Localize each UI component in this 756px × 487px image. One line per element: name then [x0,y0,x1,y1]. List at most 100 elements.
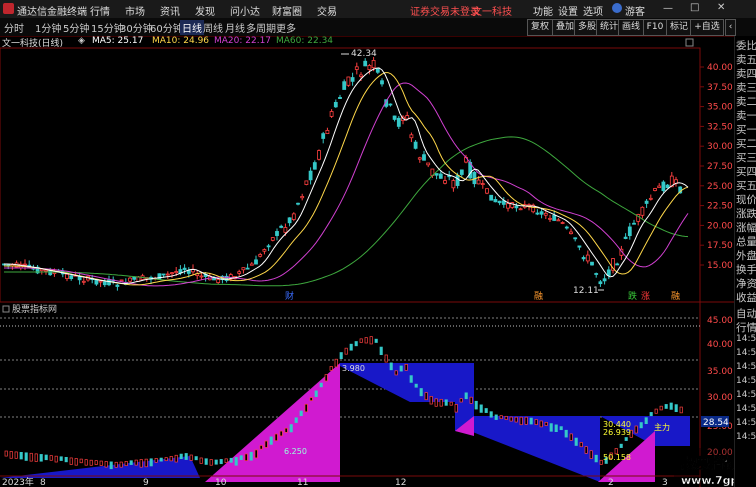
indicator-candle [659,405,663,411]
indicator-candle [79,458,83,464]
candle-body [342,81,347,90]
menu-shichang[interactable]: 市场 [125,3,145,18]
period-1min[interactable]: 1分钟 [35,20,61,35]
indicator-candle [44,454,48,461]
indicator-axis-label: 45.00 [707,316,733,326]
period-30min[interactable]: 30分钟 [120,20,153,35]
candle-body [443,180,447,184]
indicator-candle [249,451,253,461]
menu-jiaoyi[interactable]: 交易 [317,3,337,18]
event-tag-zhang[interactable]: 涨 [641,291,650,302]
period-15min[interactable]: 15分钟 [91,20,124,35]
period-5min[interactable]: 5分钟 [63,20,89,35]
event-tag-die[interactable]: 跌 [628,291,637,302]
f10-button[interactable]: F10 [643,19,667,36]
period-weekly[interactable]: 周线 [203,20,223,35]
period-more[interactable]: 更多 [276,20,296,35]
candle-body [287,217,292,224]
candle-body [606,269,611,277]
menu-hangqing[interactable]: 行情 [90,3,110,18]
indicator-candle [464,392,468,400]
add-watchlist-button[interactable]: +自选 [690,19,724,36]
indicator-candle [169,456,173,462]
quote-auto[interactable]: 自动 [736,306,756,321]
indicator-candle [569,433,573,441]
close-icon[interactable]: ✕ [717,2,725,13]
ma20-label: MA20: 22.17 [214,36,272,46]
menu-youke[interactable]: 游客 [625,3,645,18]
minimize-icon[interactable]: — [663,3,673,14]
candle-body [107,279,111,286]
menu-caifuquan[interactable]: 财富圈 [272,3,302,18]
candle-body [438,173,443,179]
candle-body [81,280,86,283]
candle-body [241,267,246,271]
quote-hangqing[interactable]: 行情 [736,320,756,335]
indicator-candle [484,408,488,413]
candle-body [552,214,557,221]
candle-body [312,162,317,170]
period-fenshi[interactable]: 分时 [4,20,24,35]
indicator-candle [264,440,268,448]
candle-body [396,117,401,127]
user-icon[interactable] [612,3,622,13]
event-tag-cai[interactable]: 财 [285,290,294,302]
indicator-candle [314,390,318,397]
event-tag-rong[interactable]: 融 [534,291,543,302]
candle-body [653,188,657,191]
fold-icon[interactable]: ‹ [725,19,736,36]
huaxian-button[interactable]: 画线 [618,19,644,36]
login-notice[interactable]: 证券交易未登录 [410,3,480,18]
period-monthly[interactable]: 月线 [225,20,245,35]
price-label: 40.00 [707,63,733,73]
indicator-candle [649,412,653,417]
indicator-candle [319,382,323,388]
indicator-candle [119,461,123,468]
ma-arrow-icon: ◈ [78,36,85,46]
indicator-candle [369,336,373,345]
indicator-candle [164,457,168,462]
indicator-candle [199,457,203,464]
candle-body [279,225,284,228]
indicator-candle [89,459,93,466]
indicator-candle [384,354,388,363]
indicator-candle [149,458,153,467]
indicator-candle [159,457,163,462]
indicator-candle [474,400,478,410]
menu-faxian[interactable]: 发现 [195,3,215,18]
maximize-icon[interactable]: □ [690,2,699,13]
biaoji-button[interactable]: 标记 [666,19,692,36]
fuquan-button[interactable]: 复权 [527,19,553,36]
indicator-candle [124,461,128,467]
stock-tab[interactable]: 文一科技 [472,3,512,18]
indicator-candle [139,459,143,468]
period-daily[interactable]: 日线 [180,20,204,35]
menu-xuanxiang[interactable]: 选项 [583,3,603,18]
ma5-line [4,67,689,285]
menu-shezhi[interactable]: 设置 [558,3,578,18]
candle-body [44,269,48,272]
indicator-candle [99,460,103,466]
indicator-candle [429,396,433,405]
indicator-candle [259,445,263,450]
candle-body [266,245,271,248]
indicator-candle [279,430,283,437]
app-logo-icon [3,3,14,14]
menu-wenxiaoda[interactable]: 问小达 [230,3,260,18]
period-60min[interactable]: 60分钟 [150,20,183,35]
menu-gongneng[interactable]: 功能 [533,3,553,18]
period-multi[interactable]: 多周期 [246,20,276,35]
indicator-axis-label: 40.00 [707,340,733,350]
indicator-candle [399,365,403,372]
candle-body [422,154,426,161]
ma20-line [4,82,689,287]
candle-body [535,212,540,215]
indicator-candle [339,352,343,360]
indicator-candle [214,459,218,465]
indicator-candle [504,415,508,420]
indicator-candle [244,453,248,461]
event-tag-rong-2[interactable]: 融 [671,291,680,302]
candle-body [275,231,279,236]
indicator-candle [449,401,453,406]
menu-zixun[interactable]: 资讯 [160,3,180,18]
